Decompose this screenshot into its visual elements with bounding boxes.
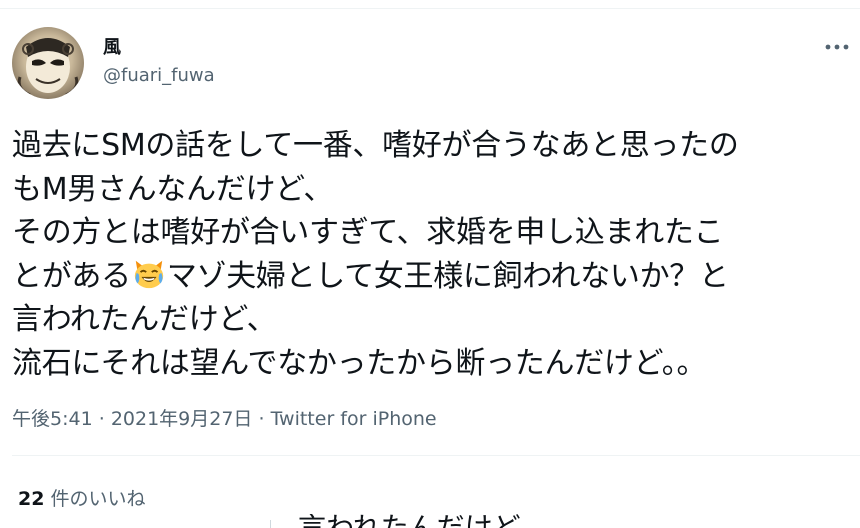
avatar[interactable]: [12, 27, 84, 99]
tweet-line: 過去にSMの話をして一番、嗜好が合うなあと思ったの: [12, 128, 739, 163]
meta-divider: [12, 455, 860, 456]
next-tweet-fragment: 言われたんだけど: [298, 514, 521, 528]
avatar-image: [17, 38, 79, 97]
display-name[interactable]: 風: [103, 33, 121, 59]
tweet-header: 風 @fuari_fuwa: [12, 27, 860, 99]
more-icon: [825, 44, 849, 50]
likes-link[interactable]: 22 件のいいね: [18, 484, 146, 511]
meta-separator: ·: [98, 408, 105, 430]
tweet-line: 流石にそれは望んでなかったから断ったんだけど。。: [12, 345, 707, 381]
tweet-line-segment: マゾ夫婦として女王様に飼われないか？と: [166, 258, 729, 294]
user-handle[interactable]: @fuari_fuwa: [103, 65, 215, 86]
tweet-line: 言われたんだけど、: [12, 302, 277, 337]
tweet-line-segment: とがある: [12, 258, 131, 294]
likes-label: 件のいいね: [50, 488, 146, 510]
laughing-crying-cat-face-icon: [134, 260, 163, 288]
tweet-text: 過去にSMの話をして一番、嗜好が合うなあと思ったの もM男さんなんだけど、 その…: [12, 124, 860, 385]
tweet-time[interactable]: 午後5:41: [12, 408, 93, 430]
tweet-source[interactable]: Twitter for iPhone: [271, 408, 437, 430]
meta-separator: ·: [258, 408, 265, 430]
tweet-line: その方とは嗜好が合いすぎて、求婚を申し込まれたこ: [12, 215, 724, 250]
tweet-meta: 午後5:41 · 2021年9月27日 · Twitter for iPhone: [12, 404, 437, 431]
tweet-line: とがある マゾ夫婦として女王様に飼われないか？と: [12, 255, 860, 299]
likes-count: 22: [18, 488, 45, 510]
thread-connector: [270, 520, 271, 528]
tweet-line: もM男さんなんだけど、: [12, 171, 334, 207]
tweet-date[interactable]: 2021年9月27日: [111, 408, 253, 430]
more-options-button[interactable]: [822, 37, 852, 57]
top-divider: [0, 8, 860, 9]
